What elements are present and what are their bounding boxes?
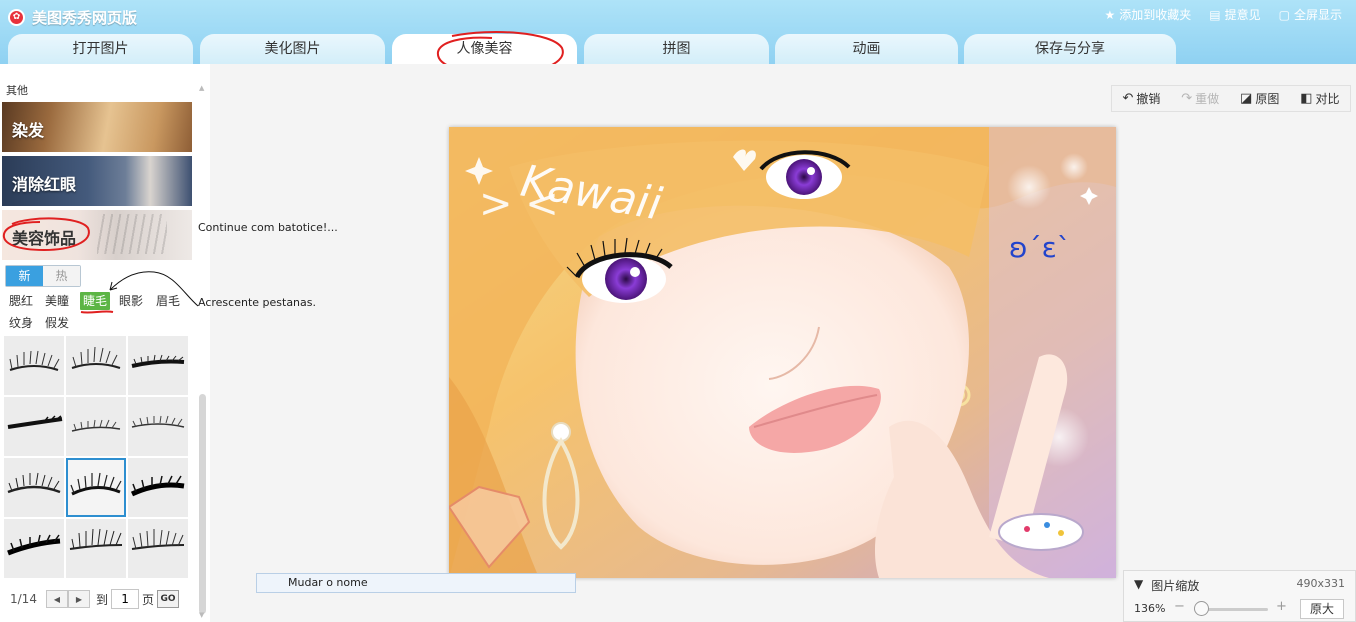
- zoom-out-icon[interactable]: −: [1174, 599, 1185, 614]
- eyelash-item[interactable]: [128, 519, 188, 578]
- red-eye-banner[interactable]: 消除红眼: [2, 156, 192, 206]
- compare-icon: ◧: [1300, 91, 1313, 106]
- eyelash-item[interactable]: [128, 458, 188, 517]
- zoom-panel: ▼ 图片缩放 490x331 136% − + 原大: [1123, 570, 1356, 622]
- category-label: 其他: [6, 84, 28, 97]
- toggle-new[interactable]: 新: [6, 266, 43, 286]
- prev-arrow-icon: ◀: [53, 594, 61, 604]
- face-sticker-left: > <: [479, 181, 559, 227]
- fullscreen-label: 全屏显示: [1293, 8, 1342, 22]
- eyelash-item[interactable]: [4, 519, 64, 578]
- add-favorites-link[interactable]: ★ 添加到收藏夹: [1105, 6, 1192, 23]
- decor-pattern: [97, 214, 167, 254]
- eyelash-item[interactable]: [66, 336, 126, 395]
- app-title: 美图秀秀网页版: [32, 8, 138, 27]
- subcat-contacts[interactable]: 美瞳: [45, 292, 69, 310]
- prev-page-button[interactable]: ◀: [46, 590, 68, 608]
- page-unit-label: 页: [142, 592, 155, 607]
- red-circle-annotation-2: [2, 217, 90, 252]
- annotation-note-1: Continue com batotice!...: [198, 221, 338, 234]
- page-count: 1/14: [10, 592, 37, 606]
- undo-icon: ↶: [1122, 91, 1134, 106]
- subcat-tattoo[interactable]: 纹身: [9, 314, 33, 332]
- tab-animation[interactable]: 动画: [775, 34, 958, 64]
- edit-toolbar: ↶ 撤销 ↷ 重做 ◪ 原图 ◧ 对比: [1111, 85, 1351, 112]
- original-button[interactable]: ◪ 原图: [1240, 90, 1279, 107]
- pager: 1/14 ◀ ▶ 到 页 GO: [4, 588, 190, 610]
- app-header: ✿ 美图秀秀网页版 ★ 添加到收藏夹 ▤ 提意见 ▢ 全屏显示 打开图片 美化图…: [0, 0, 1356, 76]
- title-area: ✿ 美图秀秀网页版: [8, 6, 137, 28]
- fullscreen-icon: ▢: [1278, 7, 1290, 22]
- zoom-panel-header[interactable]: ▼ 图片缩放: [1134, 577, 1199, 594]
- scroll-up-icon[interactable]: ▲: [199, 84, 204, 92]
- add-favorites-label: 添加到收藏夹: [1119, 8, 1192, 22]
- left-scrollbar[interactable]: ▲ ▼: [198, 84, 207, 619]
- red-eye-label: 消除红眼: [12, 175, 77, 194]
- scroll-down-icon[interactable]: ▼: [199, 611, 204, 619]
- next-page-button[interactable]: ▶: [68, 590, 90, 608]
- undo-button[interactable]: ↶ 撤销: [1122, 90, 1160, 107]
- page-number-input[interactable]: [111, 589, 140, 609]
- compare-button[interactable]: ◧ 对比: [1300, 90, 1339, 107]
- scroll-thumb[interactable]: [199, 394, 206, 614]
- new-hot-toggle: 新 热: [5, 265, 81, 287]
- app-logo-icon: ✿: [8, 8, 25, 26]
- redo-icon: ↷: [1181, 91, 1193, 106]
- goto-label: 到: [96, 592, 109, 607]
- subcat-wig[interactable]: 假发: [45, 314, 69, 332]
- eyelash-item[interactable]: [128, 397, 188, 456]
- eyelash-item[interactable]: [4, 336, 64, 395]
- eyelash-item[interactable]: [4, 397, 64, 456]
- feedback-label: 提意见: [1224, 8, 1261, 22]
- toggle-hot[interactable]: 热: [43, 266, 80, 286]
- tab-beautify[interactable]: 美化图片: [200, 34, 385, 64]
- original-image-icon: ◪: [1240, 91, 1253, 106]
- feedback-link[interactable]: ▤ 提意见: [1209, 6, 1260, 23]
- edited-photo[interactable]: Kawaii > < ʚ´ε`: [449, 127, 1116, 578]
- redo-label: 重做: [1195, 92, 1220, 106]
- zoom-title: 图片缩放: [1151, 579, 1200, 593]
- zoom-in-icon[interactable]: +: [1276, 599, 1287, 614]
- photo-canvas: Kawaii > < ʚ´ε`: [449, 127, 1116, 578]
- left-panel: 其他 染发 消除红眼 美容饰品 新 热 腮红 美瞳 睫毛 眼影 眉毛 纹身 假发: [0, 64, 210, 622]
- star-icon: ★: [1104, 7, 1116, 22]
- eyelash-item[interactable]: [4, 458, 64, 517]
- hair-dye-label: 染发: [12, 121, 45, 140]
- tab-open-image[interactable]: 打开图片: [8, 34, 193, 64]
- tab-save-share[interactable]: 保存与分享: [964, 34, 1176, 64]
- zoom-percent: 136%: [1134, 602, 1166, 615]
- redo-button[interactable]: ↷ 重做: [1181, 90, 1219, 107]
- rename-input-bar[interactable]: Mudar o nome: [256, 573, 576, 593]
- zoom-slider-handle[interactable]: [1194, 601, 1209, 616]
- eyelash-item[interactable]: [66, 519, 126, 578]
- next-arrow-icon: ▶: [75, 594, 83, 604]
- hair-dye-banner[interactable]: 染发: [2, 102, 192, 152]
- fullscreen-link[interactable]: ▢ 全屏显示: [1279, 6, 1342, 23]
- eyelash-grid: [4, 336, 190, 578]
- go-button[interactable]: GO: [157, 590, 180, 608]
- tab-collage[interactable]: 拼图: [584, 34, 769, 64]
- image-dimensions: 490x331: [1296, 577, 1345, 590]
- original-size-button[interactable]: 原大: [1300, 599, 1344, 619]
- collapse-arrow-icon: ▼: [1134, 577, 1144, 591]
- arrow-annotation: [109, 271, 199, 307]
- compare-label: 对比: [1315, 92, 1340, 106]
- face-sticker-right: ʚ´ε`: [1009, 231, 1071, 264]
- eyelash-item-selected[interactable]: [66, 458, 126, 517]
- subcat-blush[interactable]: 腮红: [9, 292, 33, 310]
- comment-icon: ▤: [1209, 7, 1221, 22]
- top-links: ★ 添加到收藏夹 ▤ 提意见 ▢ 全屏显示: [1105, 6, 1343, 23]
- eyelash-item[interactable]: [66, 397, 126, 456]
- main-tabs: 打开图片 美化图片 人像美容 拼图 动画 保存与分享: [0, 34, 1356, 64]
- original-label: 原图: [1255, 92, 1280, 106]
- annotation-note-2: Acrescente pestanas.: [198, 296, 316, 309]
- eyelash-item[interactable]: [128, 336, 188, 395]
- undo-label: 撤销: [1136, 92, 1161, 106]
